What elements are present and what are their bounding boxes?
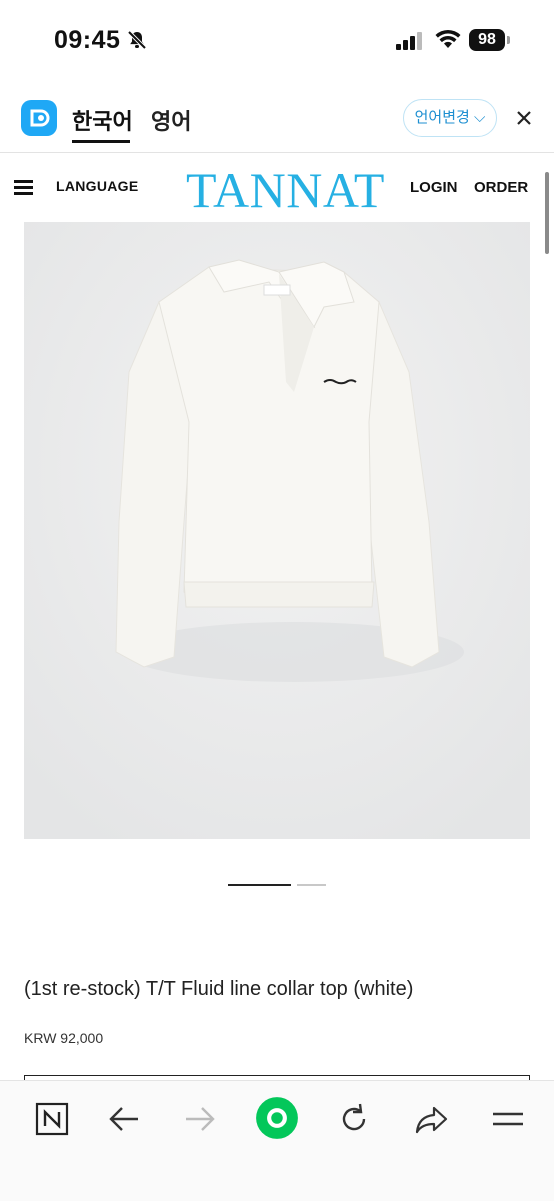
wifi-icon bbox=[435, 29, 461, 48]
hamburger-menu-icon[interactable] bbox=[486, 1099, 530, 1139]
slider-indicator-active[interactable] bbox=[228, 884, 291, 886]
site-header: LANGUAGE TANNAT LOGIN ORDER bbox=[0, 153, 554, 223]
tab-active-underline bbox=[72, 140, 130, 143]
share-icon[interactable] bbox=[410, 1099, 454, 1139]
hamburger-menu-icon[interactable] bbox=[14, 180, 33, 196]
order-link[interactable]: ORDER bbox=[474, 179, 528, 196]
bell-muted-icon bbox=[127, 30, 147, 50]
product-title: (1st re-stock) T/T Fluid line collar top… bbox=[24, 978, 414, 1000]
translate-bar: 한국어 영어 언어변경 ⌵ bbox=[0, 92, 554, 153]
battery-indicator: 98 bbox=[469, 29, 505, 51]
change-language-button[interactable]: 언어변경 ⌵ bbox=[403, 99, 497, 137]
green-dot-icon[interactable] bbox=[254, 1095, 300, 1141]
forward-arrow-icon[interactable] bbox=[178, 1099, 222, 1139]
battery-tip bbox=[507, 36, 510, 44]
site-logo[interactable]: TANNAT bbox=[186, 161, 385, 219]
close-icon[interactable] bbox=[514, 108, 534, 128]
status-bar: 09:45 98 bbox=[0, 0, 554, 84]
naver-n-icon[interactable] bbox=[30, 1099, 74, 1139]
signal-icon bbox=[396, 32, 422, 50]
tab-korean[interactable]: 한국어 bbox=[72, 104, 133, 136]
status-time: 09:45 bbox=[54, 26, 121, 54]
shirt-illustration bbox=[24, 222, 530, 839]
papago-icon bbox=[30, 109, 50, 127]
product-price: KRW 92,000 bbox=[24, 1030, 104, 1046]
reload-icon[interactable] bbox=[332, 1099, 376, 1139]
scrollbar-thumb[interactable] bbox=[545, 172, 549, 254]
browser-toolbar bbox=[0, 1080, 554, 1201]
papago-logo bbox=[21, 100, 57, 136]
product-image[interactable] bbox=[24, 222, 530, 839]
slider-indicator-inactive[interactable] bbox=[297, 884, 326, 886]
tab-english[interactable]: 영어 bbox=[151, 104, 191, 136]
back-arrow-icon[interactable] bbox=[102, 1099, 146, 1139]
login-link[interactable]: LOGIN bbox=[410, 179, 458, 196]
language-link[interactable]: LANGUAGE bbox=[56, 178, 139, 194]
